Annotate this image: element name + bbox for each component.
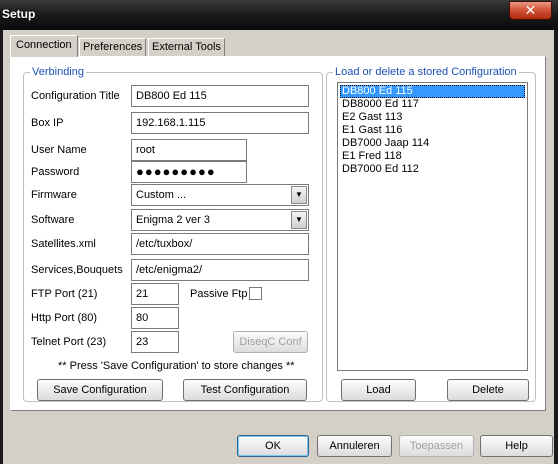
services-bouquets-input[interactable]: /etc/enigma2/: [131, 259, 309, 281]
tab-connection[interactable]: Connection: [10, 35, 78, 57]
save-hint-text: ** Press 'Save Configuration' to store c…: [58, 360, 295, 372]
box-ip-input[interactable]: 192.168.1.115: [131, 112, 309, 134]
list-item[interactable]: E1 Gast 116: [340, 124, 525, 137]
tab-external-tools[interactable]: External Tools: [148, 38, 225, 57]
configuration-title-input[interactable]: DB800 Ed 115: [131, 85, 309, 107]
software-label: Software: [31, 214, 75, 226]
list-item[interactable]: DB8000 Ed 117: [340, 98, 525, 111]
annuleren-button[interactable]: Annuleren: [317, 435, 392, 457]
list-item[interactable]: E2 Gast 113: [340, 111, 525, 124]
list-item[interactable]: DB800 Ed 115: [340, 85, 525, 98]
firmware-label: Firmware: [31, 189, 77, 201]
http-port-input[interactable]: 80: [131, 307, 179, 329]
satellites-xml-input[interactable]: /etc/tuxbox/: [131, 233, 309, 255]
http-port-label: Http Port (80): [31, 312, 98, 324]
ftp-port-label: FTP Port (21): [31, 288, 98, 300]
stored-config-group-label: Load or delete a stored Configuration: [333, 66, 519, 78]
verbinding-group-label: Verbinding: [30, 66, 86, 78]
toepassen-button[interactable]: Toepassen: [399, 435, 474, 457]
delete-button[interactable]: Delete: [447, 379, 529, 401]
stored-config-list[interactable]: DB800 Ed 115 DB8000 Ed 117 E2 Gast 113 E…: [337, 82, 528, 371]
dialog-client: Connection Preferences External Tools Ve…: [3, 30, 554, 464]
test-configuration-button[interactable]: Test Configuration: [183, 379, 307, 401]
list-item[interactable]: E1 Fred 118: [340, 150, 525, 163]
help-button[interactable]: Help: [480, 435, 553, 457]
verbinding-group: Verbinding Configuration Title DB800 Ed …: [23, 66, 323, 402]
firmware-value: Custom ...: [136, 189, 187, 201]
list-item[interactable]: DB7000 Jaap 114: [340, 137, 525, 150]
title-bar: Setup ✕: [0, 0, 558, 30]
software-select[interactable]: Enigma 2 ver 3 ▼: [131, 209, 309, 231]
password-input[interactable]: ●●●●●●●●●: [131, 161, 247, 183]
passive-ftp-checkbox[interactable]: [249, 287, 262, 300]
satellites-xml-label: Satellites.xml: [31, 238, 96, 250]
user-name-label: User Name: [31, 144, 87, 156]
save-configuration-button[interactable]: Save Configuration: [37, 379, 163, 401]
passive-ftp-label: Passive Ftp: [190, 288, 248, 300]
configuration-title-label: Configuration Title: [31, 90, 120, 102]
telnet-port-label: Telnet Port (23): [31, 336, 107, 348]
diseqc-conf-button[interactable]: DiseqC Conf: [233, 331, 308, 353]
user-name-input[interactable]: root: [131, 139, 247, 161]
list-item[interactable]: DB7000 Ed 112: [340, 163, 525, 176]
firmware-select[interactable]: Custom ... ▼: [131, 184, 309, 206]
window-title: Setup: [2, 7, 36, 21]
software-value: Enigma 2 ver 3: [136, 214, 210, 226]
ftp-port-input[interactable]: 21: [131, 283, 179, 305]
load-button[interactable]: Load: [341, 379, 416, 401]
chevron-down-icon[interactable]: ▼: [291, 186, 307, 204]
tab-preferences[interactable]: Preferences: [79, 38, 147, 57]
chevron-down-icon[interactable]: ▼: [291, 211, 307, 229]
box-ip-label: Box IP: [31, 117, 64, 129]
password-label: Password: [31, 166, 80, 178]
close-icon[interactable]: ✕: [509, 1, 552, 20]
ok-button[interactable]: OK: [237, 435, 309, 457]
services-bouquets-label: Services,Bouquets: [31, 264, 123, 276]
telnet-port-input[interactable]: 23: [131, 331, 179, 353]
window-frame-right: [554, 30, 558, 464]
